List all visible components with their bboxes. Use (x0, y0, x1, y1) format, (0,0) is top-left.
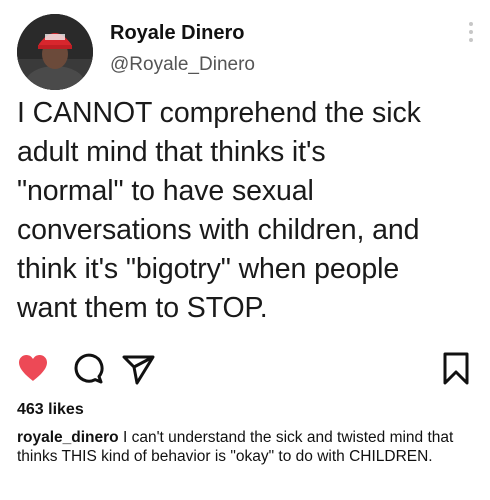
tweet-line: want them to STOP. (17, 292, 268, 324)
display-name[interactable]: Royale Dinero (110, 22, 244, 45)
tweet-line: adult mind that thinks it's (17, 136, 326, 168)
tweet-line: conversations with children, and (17, 214, 420, 246)
bookmark-icon[interactable] (438, 350, 474, 386)
heart-filled-icon[interactable] (15, 350, 51, 386)
tweet-text: I CANNOT comprehend the sick adult mind … (17, 94, 477, 328)
tweet-line: "normal" to have sexual (17, 175, 314, 207)
user-handle[interactable]: @Royale_Dinero (110, 54, 255, 76)
tweet-line: think it's "bigotry" when people (17, 253, 400, 285)
post-header: Royale Dinero @Royale_Dinero (0, 0, 490, 100)
tweet-line: I CANNOT comprehend the sick (17, 97, 421, 129)
comment-icon[interactable] (70, 350, 106, 386)
share-icon[interactable] (120, 350, 156, 386)
more-options-icon[interactable] (467, 22, 475, 48)
action-bar (0, 350, 490, 390)
likes-count[interactable]: 463 likes (17, 401, 84, 419)
caption: royale_dinero I can't understand the sic… (17, 428, 479, 466)
avatar[interactable] (17, 14, 93, 90)
caption-username[interactable]: royale_dinero (17, 429, 119, 446)
